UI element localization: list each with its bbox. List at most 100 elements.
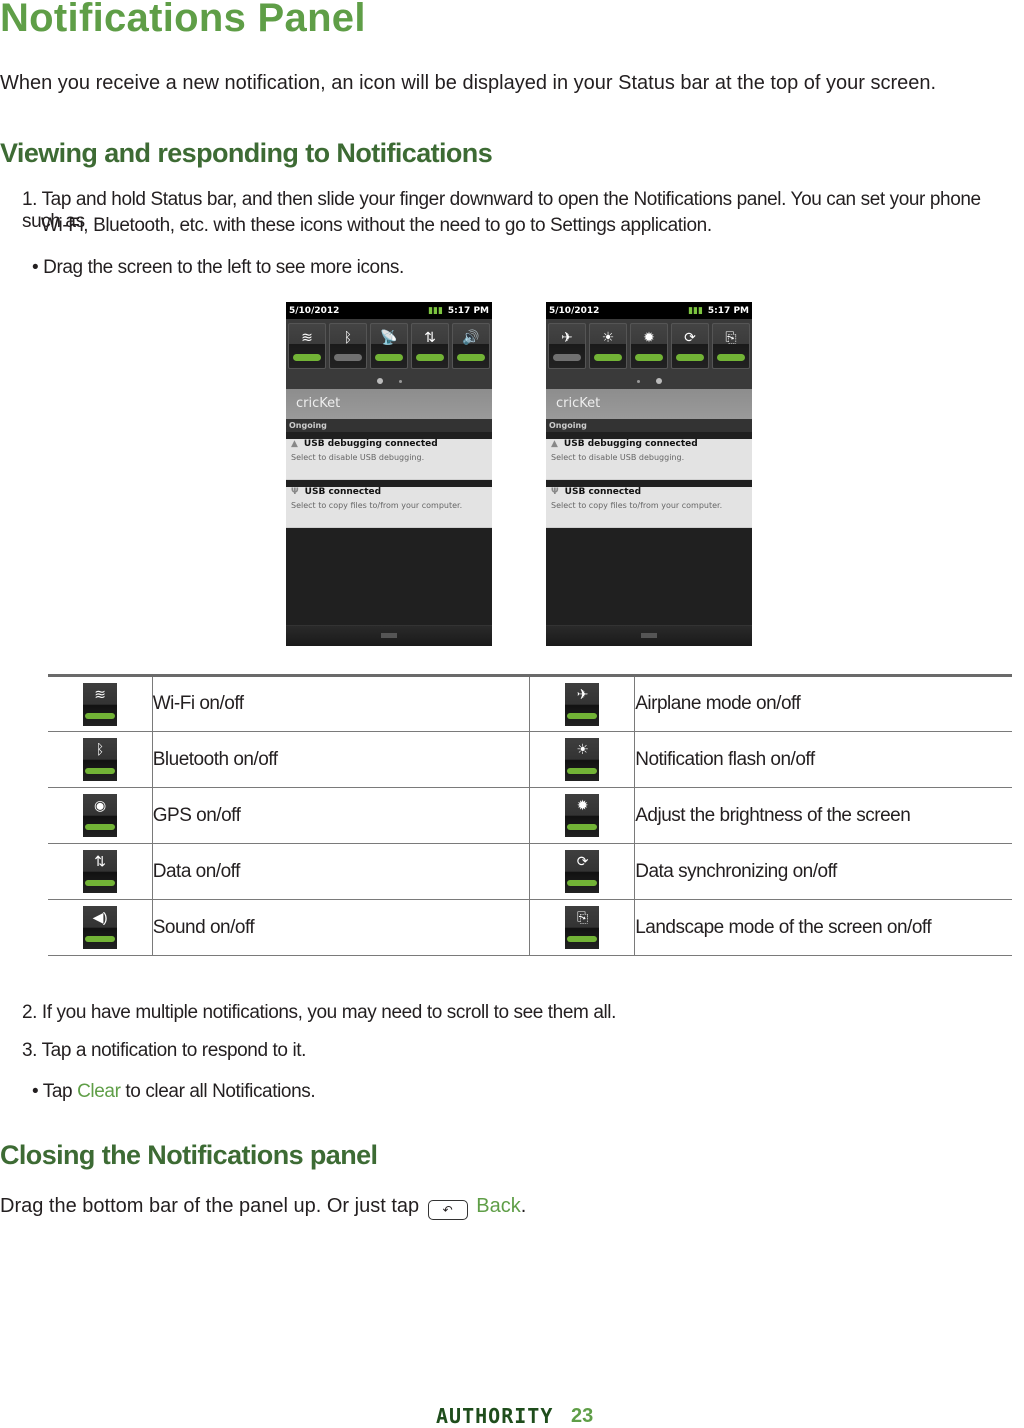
panel-bottom-bar[interactable] bbox=[286, 625, 492, 646]
toggle-state-bar bbox=[567, 768, 598, 774]
signal-icon: ▮▮▮ bbox=[428, 305, 443, 316]
icon-cell: ≋ bbox=[48, 674, 153, 732]
page-title: Notifications Panel bbox=[0, 0, 366, 40]
icon-description: Bluetooth on/off bbox=[152, 731, 530, 788]
icon-cell: ✹ bbox=[529, 787, 636, 844]
wifi-icon: ≋ bbox=[82, 682, 117, 726]
toggle-state-bar bbox=[84, 936, 115, 942]
step-2: 2. If you have multiple notifications, y… bbox=[22, 1002, 617, 1023]
data-icon: ⇅ bbox=[424, 330, 436, 346]
bluetooth-icon: ᛒ bbox=[343, 330, 353, 346]
page-dot bbox=[636, 379, 640, 383]
status-bar: 5/10/2012 ▮▮▮ 5:17 PM bbox=[546, 302, 752, 319]
sync-icon: ⟳ bbox=[684, 330, 696, 346]
toggle-brightness[interactable]: ✹ bbox=[630, 323, 668, 369]
notification-item[interactable]: Ψ USB connected Select to copy files to/fr… bbox=[286, 487, 492, 528]
toggle-state-bar bbox=[84, 824, 115, 830]
page-number: 23 bbox=[571, 1405, 594, 1427]
sound-icon: 🔊 bbox=[462, 330, 480, 346]
carrier-label: cricKet bbox=[286, 389, 492, 419]
signal-icon: ▮▮▮ bbox=[688, 305, 703, 316]
notification-title: USB debugging connected bbox=[563, 439, 698, 449]
quick-toggles: ✈ ☀ ✹ ⟳ ⎘ bbox=[546, 319, 752, 373]
bluetooth-icon: ᛒ bbox=[82, 738, 117, 781]
closing-text: Drag the bottom bar of the panel up. Or … bbox=[0, 1195, 526, 1220]
icon-glyph: ◉ bbox=[94, 797, 106, 813]
icon-description: GPS on/off bbox=[152, 787, 530, 844]
toggle-rotate[interactable]: ⎘ bbox=[712, 323, 750, 369]
android-icon: ▲ bbox=[551, 439, 558, 449]
toggle-data[interactable]: ⇅ bbox=[411, 323, 449, 369]
toggle-sound[interactable]: 🔊 bbox=[452, 323, 490, 369]
page-dot bbox=[655, 378, 662, 384]
notification-item[interactable]: Ψ USB connected Select to copy files to/fr… bbox=[546, 487, 752, 528]
android-icon: ▲ bbox=[291, 439, 298, 449]
table-row: ◉ GPS on/off ✹ Adjust the brightness of the… bbox=[48, 787, 1012, 844]
notification-item[interactable]: ▲ USB debugging connected Select to disabl… bbox=[286, 439, 492, 480]
bullet-text-post: to clear all Notifications. bbox=[120, 1081, 316, 1102]
toggle-state-bar bbox=[717, 354, 745, 361]
toggle-state-bar bbox=[416, 354, 444, 361]
airplane-icon: ✈ bbox=[561, 330, 573, 346]
phone-screenshot: 5/10/2012 ▮▮▮ 5:17 PM ✈ ☀ ✹ ⟳ ⎘ cricKet Ongoing ▲ U… bbox=[546, 302, 752, 646]
icon-cell: ⎘ bbox=[529, 899, 636, 956]
toggle-state-bar bbox=[567, 824, 598, 830]
toggle-airplane[interactable]: ✈ bbox=[548, 323, 586, 369]
usb-icon: Ψ bbox=[291, 487, 299, 497]
panel-bottom-bar[interactable] bbox=[546, 625, 752, 646]
footer-brand: AUTHORITY bbox=[436, 1404, 554, 1428]
closing-text-pre: Drag the bottom bar of the panel up. Or … bbox=[0, 1195, 420, 1217]
airplane-icon: ✈ bbox=[565, 682, 600, 726]
toggle-state-bar bbox=[457, 354, 485, 361]
notification-title: USB debugging connected bbox=[303, 439, 438, 449]
notification-flash-icon: ☀ bbox=[565, 738, 600, 781]
icon-cell: ✈ bbox=[529, 674, 636, 732]
status-time: 5:17 PM bbox=[707, 305, 749, 316]
drag-handle[interactable] bbox=[641, 633, 657, 638]
icon-glyph: ≋ bbox=[94, 685, 106, 702]
quick-toggles: ≋ ᛒ 📡 ⇅ 🔊 bbox=[286, 319, 492, 373]
status-time: 5:17 PM bbox=[447, 305, 489, 316]
drag-handle[interactable] bbox=[381, 633, 397, 638]
status-bar: 5/10/2012 ▮▮▮ 5:17 PM bbox=[286, 302, 492, 319]
table-row: ◀) Sound on/off ⎘ Landscape mode of the scr… bbox=[48, 899, 1012, 956]
icon-description: Notification flash on/off bbox=[634, 731, 1012, 788]
sound-icon: ◀) bbox=[82, 906, 117, 949]
icon-cell: ᛒ bbox=[48, 731, 153, 788]
icon-description: Wi-Fi on/off bbox=[152, 674, 530, 732]
toggle-state-bar bbox=[84, 712, 115, 719]
usb-icon: Ψ bbox=[551, 487, 559, 497]
icon-cell: ☀ bbox=[529, 731, 636, 788]
rotate-icon: ⎘ bbox=[565, 906, 600, 949]
notification-flash-icon: ☀ bbox=[601, 330, 615, 346]
toggle-state-bar bbox=[84, 768, 115, 774]
step-1-line-2: Wi-Fi, Bluetooth, etc. with these icons … bbox=[41, 215, 712, 236]
brightness-icon: ✹ bbox=[565, 794, 600, 837]
back-label: Back bbox=[476, 1195, 521, 1217]
gps-icon: ◉ bbox=[82, 794, 117, 837]
notification-item[interactable]: ▲ USB debugging connected Select to disabl… bbox=[546, 439, 752, 480]
page-indicator bbox=[286, 373, 492, 389]
toggle-gps[interactable]: 📡 bbox=[370, 323, 408, 369]
page-dot bbox=[376, 378, 383, 384]
section-heading-closing: Closing the Notifications panel bbox=[0, 1140, 378, 1170]
wifi-icon: ≋ bbox=[301, 330, 313, 346]
icon-glyph: ⟳ bbox=[576, 853, 589, 869]
toggle-state-bar bbox=[567, 880, 598, 886]
notification-title: USB connected bbox=[304, 487, 382, 497]
toggle-sync[interactable]: ⟳ bbox=[671, 323, 709, 369]
bullet-tap-clear: • Tap Clear to clear all Notifications. bbox=[32, 1081, 316, 1103]
data-icon: ⇅ bbox=[82, 850, 117, 893]
status-date: 5/10/2012 bbox=[549, 305, 600, 316]
toggle-notification-flash[interactable]: ☀ bbox=[589, 323, 627, 369]
toggle-wifi[interactable]: ≋ bbox=[288, 323, 326, 369]
icon-cell: ◉ bbox=[48, 787, 153, 844]
toggle-state-bar bbox=[334, 354, 362, 361]
icon-cell: ⇅ bbox=[48, 843, 153, 900]
intro-text: When you receive a new notification, an … bbox=[0, 72, 937, 94]
bullet-drag-screen: • Drag the screen to the left to see mor… bbox=[32, 257, 404, 278]
toggle-bluetooth[interactable]: ᛒ bbox=[329, 323, 367, 369]
icon-description: Sound on/off bbox=[152, 899, 530, 956]
carrier-label: cricKet bbox=[546, 389, 752, 419]
icon-description: Adjust the brightness of the screen bbox=[634, 787, 1012, 844]
